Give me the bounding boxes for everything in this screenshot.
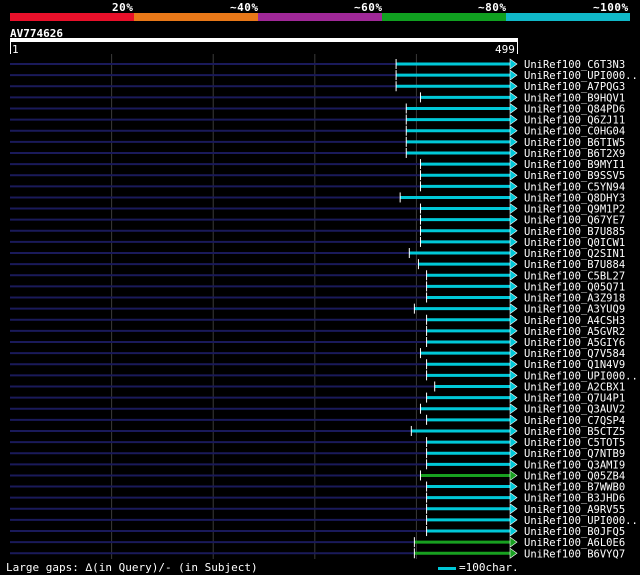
hit-arrow-icon [509, 169, 518, 181]
hit-arrow-icon [509, 58, 518, 70]
hit-arrow-icon [509, 380, 518, 393]
hit-arrow-icon [509, 236, 518, 248]
hit-arrow-icon [509, 403, 518, 415]
legend-bar-100 [506, 13, 630, 21]
hit-arrow-icon [509, 225, 518, 237]
hit-arrow-icon [509, 280, 518, 292]
hit-arrow-icon [509, 492, 518, 504]
hit-arrow-icon [509, 125, 518, 137]
hit-arrow-icon [509, 414, 518, 426]
hit-arrow-icon [509, 347, 518, 359]
hit-arrow-icon [509, 480, 518, 493]
identity-color-legend: 20% ~40% ~60% ~80% ~100% [10, 0, 630, 22]
query-ruler [10, 38, 518, 42]
legend-bar-40 [134, 13, 258, 21]
hit-arrow-icon [509, 80, 518, 92]
hit-arrow-icon [509, 91, 518, 103]
legend-bar-80 [382, 13, 506, 21]
hit-label[interactable]: UniRef100_B6VYQ7 [524, 548, 625, 559]
hit-arrow-icon [509, 291, 518, 304]
hit-arrow-icon [509, 547, 518, 559]
legend-bar-60 [258, 13, 382, 21]
hit-arrow-icon [509, 425, 518, 437]
hit-arrow-icon [509, 102, 518, 115]
hit-arrow-icon [509, 314, 518, 326]
hit-arrow-icon [509, 392, 518, 404]
hit-arrow-icon [509, 258, 518, 270]
hit-arrow-icon [509, 358, 518, 370]
hit-arrow-icon [509, 202, 518, 215]
hit-arrow-icon [509, 303, 518, 315]
hit-arrow-icon [509, 436, 518, 448]
ruler-start-tick [10, 42, 11, 54]
large-gaps-legend: Large gaps: ∆(in Query)/‐ (in Subject) [6, 561, 258, 574]
hit-arrow-icon [509, 214, 518, 226]
ruler-end-tick [517, 42, 518, 54]
hit-arrow-icon [509, 325, 518, 337]
hit-arrow-icon [509, 525, 518, 537]
hit-arrow-icon [509, 114, 518, 126]
hit-arrow-icon [509, 191, 518, 204]
hit-arrow-icon [509, 158, 518, 170]
hit-arrow-icon [509, 247, 518, 259]
scale-legend: =100char. [438, 561, 519, 574]
legend-bar-20 [10, 13, 134, 21]
hit-arrow-icon [509, 69, 518, 81]
hit-row[interactable]: UniRef100_B6VYQ7 [10, 547, 625, 559]
hit-arrow-icon [509, 269, 518, 281]
alignment-plot: UniRef100_C6T3N3UniRef100_UPI000..UniRef… [10, 54, 638, 559]
scale-label: =100char. [459, 561, 519, 574]
hit-arrow-icon [509, 180, 518, 192]
hit-arrow-icon [509, 447, 518, 459]
hit-arrow-icon [509, 514, 518, 526]
hit-arrow-icon [509, 469, 518, 482]
hit-arrow-icon [509, 136, 518, 148]
hit-arrow-icon [509, 369, 518, 381]
hit-arrow-icon [509, 458, 518, 470]
hit-arrow-icon [509, 503, 518, 515]
scale-bar [438, 566, 456, 570]
hit-arrow-icon [509, 536, 518, 548]
hit-arrow-icon [509, 336, 518, 348]
hit-arrow-icon [509, 147, 518, 159]
